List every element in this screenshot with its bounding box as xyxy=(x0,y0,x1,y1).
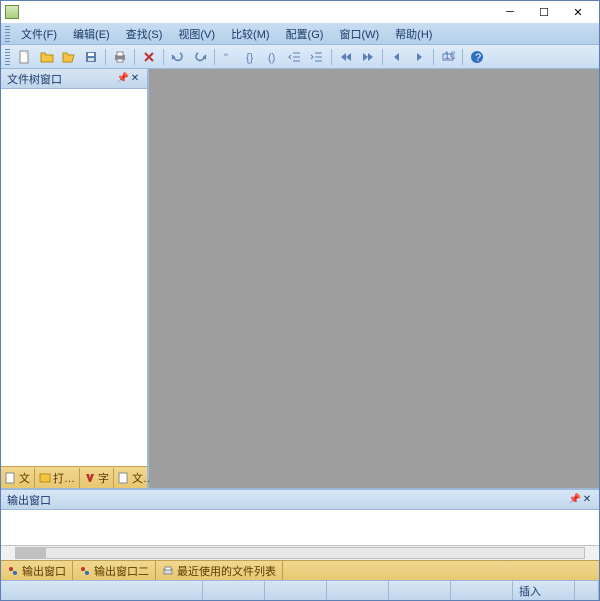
menu-window[interactable]: 窗口(W) xyxy=(331,24,387,44)
save-icon[interactable] xyxy=(81,47,101,67)
panel-close-icon[interactable]: ✕ xyxy=(129,73,141,85)
svg-text:?: ? xyxy=(475,52,481,64)
menu-grip[interactable] xyxy=(5,26,10,42)
titlebar: ─ ☐ ✕ xyxy=(1,1,599,23)
menu-compare[interactable]: 比较(M) xyxy=(223,24,278,44)
delete-icon[interactable] xyxy=(139,47,159,67)
file-tree-panel: 文件树窗口 📌 ✕ 文 打… 字 文… xyxy=(1,69,149,488)
output-pin-icon[interactable]: 📌 xyxy=(569,494,581,506)
svg-text:(): () xyxy=(268,52,275,64)
next-icon[interactable] xyxy=(409,47,429,67)
minimize-button[interactable]: ─ xyxy=(493,2,527,22)
menu-edit[interactable]: 编辑(E) xyxy=(65,24,118,44)
pin-icon[interactable]: 📌 xyxy=(117,73,129,85)
output-header: 输出窗口 📌 ✕ xyxy=(1,490,599,510)
menu-config[interactable]: 配置(G) xyxy=(278,24,332,44)
indent-icon[interactable] xyxy=(307,47,327,67)
output-tab-3[interactable]: 最近使用的文件列表 xyxy=(156,561,283,581)
sidebar-tab-3[interactable]: 字 xyxy=(80,468,114,488)
open-file-icon[interactable] xyxy=(37,47,57,67)
status-cell-3 xyxy=(265,581,327,600)
bracket-icon[interactable]: {} xyxy=(241,47,261,67)
new-file-icon[interactable] xyxy=(15,47,35,67)
menubar: 文件(F) 编辑(E) 查找(S) 视图(V) 比较(M) 配置(G) 窗口(W… xyxy=(1,23,599,45)
forward-icon[interactable] xyxy=(358,47,378,67)
output-body[interactable] xyxy=(1,510,599,546)
menu-view[interactable]: 视图(V) xyxy=(170,24,223,44)
status-cell-end xyxy=(575,581,599,600)
sidebar-tab-1[interactable]: 文 xyxy=(1,468,35,488)
status-cell-6 xyxy=(451,581,513,600)
toolbar: " {} () 100 ? xyxy=(1,45,599,69)
status-cell-2 xyxy=(203,581,265,600)
svg-text:": " xyxy=(224,52,228,64)
redo-icon[interactable] xyxy=(190,47,210,67)
sidebar-tab-2[interactable]: 打… xyxy=(35,468,80,488)
file-tree-header: 文件树窗口 📌 ✕ xyxy=(1,69,147,89)
menu-search[interactable]: 查找(S) xyxy=(118,24,171,44)
svg-text:100: 100 xyxy=(444,50,455,62)
output-hscroll[interactable] xyxy=(1,546,599,560)
output-tabs: 输出窗口 输出窗口二 最近使用的文件列表 xyxy=(1,560,599,580)
file-tree-body[interactable] xyxy=(1,89,147,466)
output-tab-2[interactable]: 输出窗口二 xyxy=(73,561,156,581)
rewind-icon[interactable] xyxy=(336,47,356,67)
output-tab-1[interactable]: 输出窗口 xyxy=(1,561,73,581)
help-icon[interactable]: ? xyxy=(467,47,487,67)
paren-icon[interactable]: () xyxy=(263,47,283,67)
toolbar-grip[interactable] xyxy=(5,49,10,65)
menu-file[interactable]: 文件(F) xyxy=(13,24,65,44)
app-icon xyxy=(5,5,19,19)
file-tree-title: 文件树窗口 xyxy=(7,71,62,87)
status-cell-4 xyxy=(327,581,389,600)
output-title: 输出窗口 xyxy=(7,492,51,508)
statusbar: 插入 xyxy=(1,580,599,600)
output-close-icon[interactable]: ✕ xyxy=(581,494,593,506)
menu-help[interactable]: 帮助(H) xyxy=(387,24,440,44)
print-icon[interactable] xyxy=(110,47,130,67)
status-insert: 插入 xyxy=(513,581,575,600)
main-window: ─ ☐ ✕ 文件(F) 编辑(E) 查找(S) 视图(V) 比较(M) 配置(G… xyxy=(0,0,600,601)
undo-icon[interactable] xyxy=(168,47,188,67)
mdi-area xyxy=(149,69,599,488)
sidebar-tabs: 文 打… 字 文… xyxy=(1,466,147,488)
prev-icon[interactable] xyxy=(387,47,407,67)
quote-icon[interactable]: " xyxy=(219,47,239,67)
maximize-button[interactable]: ☐ xyxy=(527,2,561,22)
output-panel: 输出窗口 📌 ✕ 输出窗口 输出窗口二 最近使用的文件列表 xyxy=(1,488,599,580)
open-folder-icon[interactable] xyxy=(59,47,79,67)
outdent-icon[interactable] xyxy=(285,47,305,67)
close-button[interactable]: ✕ xyxy=(561,2,595,22)
svg-text:{}: {} xyxy=(246,52,254,64)
status-cell-5 xyxy=(389,581,451,600)
goto-icon[interactable]: 100 xyxy=(438,47,458,67)
status-cell-1 xyxy=(1,581,203,600)
